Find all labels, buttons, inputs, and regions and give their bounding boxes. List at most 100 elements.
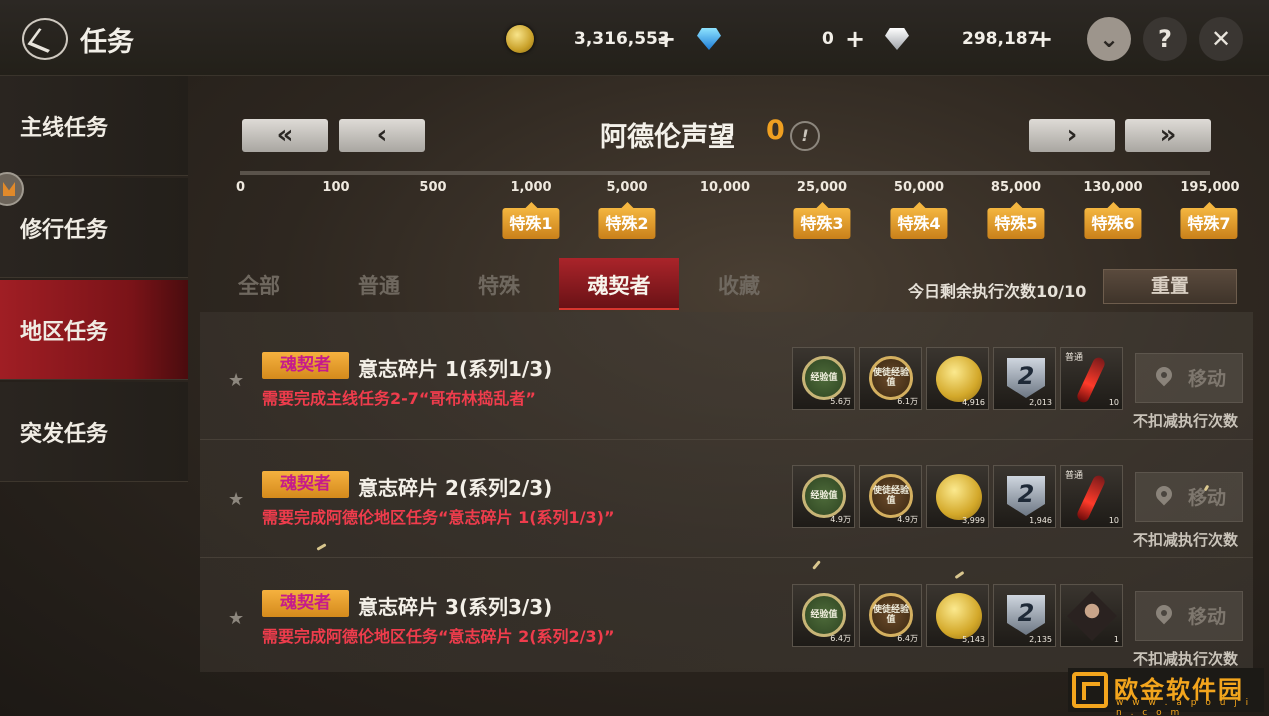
rank-badge-icon: 2 xyxy=(1007,595,1045,635)
white-diamond-icon xyxy=(885,28,909,50)
favorite-star-icon[interactable]: ★ xyxy=(228,370,244,391)
favorite-star-icon[interactable]: ★ xyxy=(228,608,244,629)
quest-row[interactable]: ★ 魂契者 意志碎片 2(系列2/3) 需要完成阿德伦地区任务“意志碎片 1(系… xyxy=(200,440,1253,558)
dropdown-chevron-button[interactable]: ⌄ xyxy=(1087,17,1131,61)
help-button[interactable]: ? xyxy=(1143,17,1187,61)
reset-button[interactable]: 重置 xyxy=(1103,269,1237,304)
next-page-button[interactable]: › xyxy=(1029,119,1115,152)
exp-medal-icon: 经验值 xyxy=(802,474,846,518)
location-pin-icon xyxy=(1152,363,1176,387)
reward-gold[interactable]: 3,999 xyxy=(926,465,989,528)
special-reward-tag[interactable]: 特殊4 xyxy=(890,202,948,239)
tick-label: 50,000 xyxy=(893,180,945,195)
reward-pet-exp[interactable]: 使徒经验值 6.1万 xyxy=(859,347,922,410)
reward-rank-point[interactable]: 2 2,135 xyxy=(993,584,1056,647)
reward-count: 4,916 xyxy=(962,398,985,407)
tab-normal[interactable]: 普通 xyxy=(319,258,439,310)
move-button[interactable]: 移动 xyxy=(1135,353,1243,403)
info-icon[interactable]: ! xyxy=(790,121,820,151)
gold-coin-icon xyxy=(506,25,534,53)
reward-exp[interactable]: 经验值 6.4万 xyxy=(792,584,855,647)
back-arrow-icon[interactable] xyxy=(22,18,68,60)
quest-type-badge: 魂契者 xyxy=(262,352,349,379)
reward-gold[interactable]: 4,916 xyxy=(926,347,989,410)
reward-count: 1,946 xyxy=(1029,516,1052,525)
tick-label: 25,000 xyxy=(796,180,848,195)
reward-character[interactable]: 1 xyxy=(1060,584,1123,647)
quest-row[interactable]: ★ 魂契者 意志碎片 3(系列3/3) 需要完成阿德伦地区任务“意志碎片 2(系… xyxy=(200,559,1253,677)
blue-diamond-amount: 0 xyxy=(822,29,834,49)
sidebar-item-region-quest[interactable]: 地区任务 xyxy=(0,280,188,380)
add-gold-button[interactable]: + xyxy=(656,27,676,51)
tick-label: 85,000 xyxy=(990,180,1042,195)
quest-row[interactable]: ★ 魂契者 意志碎片 1(系列1/3) 需要完成主线任务2-7“哥布林捣乱者” … xyxy=(200,322,1253,440)
special-reward-tag[interactable]: 特殊3 xyxy=(793,202,851,239)
white-diamond-amount: 298,187 xyxy=(962,29,1040,49)
sidebar-item-main-quest[interactable]: 主线任务 xyxy=(0,76,188,176)
reward-potion[interactable]: 普通 10 xyxy=(1060,465,1123,528)
gold-coin-icon xyxy=(936,474,982,520)
reward-count: 6.1万 xyxy=(897,397,918,406)
tick-label: 100 xyxy=(322,180,350,195)
pet-exp-medal-icon: 使徒经验值 xyxy=(869,593,913,637)
tick-label: 10,000 xyxy=(699,180,751,195)
reward-rank-point[interactable]: 2 1,946 xyxy=(993,465,1056,528)
reward-count: 10 xyxy=(1108,516,1119,525)
quest-requirement: 需要完成阿德伦地区任务“意志碎片 2(系列2/3)” xyxy=(262,627,615,646)
tab-special[interactable]: 特殊 xyxy=(439,258,559,310)
reward-rank-point[interactable]: 2 2,013 xyxy=(993,347,1056,410)
sidebar-item-training-quest[interactable]: 修行任务 xyxy=(0,178,188,278)
sidebar-item-sudden-quest[interactable]: 突发任务 xyxy=(0,382,188,482)
blue-diamond-icon xyxy=(697,28,721,50)
gold-coin-icon xyxy=(936,356,982,402)
add-white-diamond-button[interactable]: + xyxy=(1033,27,1053,51)
move-label: 移动 xyxy=(1188,606,1227,628)
move-button[interactable]: 移动 xyxy=(1135,472,1243,522)
reward-count: 4.9万 xyxy=(830,515,851,524)
favorite-star-icon[interactable]: ★ xyxy=(228,489,244,510)
pet-exp-medal-icon: 使徒经验值 xyxy=(869,356,913,400)
tab-favorites[interactable]: 收藏 xyxy=(679,258,799,310)
first-page-button[interactable]: « xyxy=(242,119,328,152)
reward-potion[interactable]: 普通 10 xyxy=(1060,347,1123,410)
reward-count: 10 xyxy=(1108,398,1119,407)
quest-name: 意志碎片 1(系列1/3) xyxy=(358,357,553,381)
special-reward-tag[interactable]: 特殊7 xyxy=(1180,202,1238,239)
reward-count: 6.4万 xyxy=(830,634,851,643)
move-button[interactable]: 移动 xyxy=(1135,591,1243,641)
tab-all[interactable]: 全部 xyxy=(199,258,319,310)
prev-page-button[interactable]: ‹ xyxy=(339,119,425,152)
special-reward-tag[interactable]: 特殊6 xyxy=(1084,202,1142,239)
special-reward-tag[interactable]: 特殊2 xyxy=(598,202,656,239)
last-page-button[interactable]: » xyxy=(1125,119,1211,152)
tick-label: 500 xyxy=(419,180,447,195)
location-pin-icon xyxy=(1152,601,1176,625)
reward-exp[interactable]: 经验值 5.6万 xyxy=(792,347,855,410)
reward-exp[interactable]: 经验值 4.9万 xyxy=(792,465,855,528)
watermark-logo-icon xyxy=(1072,672,1108,708)
reward-gold[interactable]: 5,143 xyxy=(926,584,989,647)
quest-requirement: 需要完成阿德伦地区任务“意志碎片 1(系列1/3)” xyxy=(262,508,615,527)
tick-label: 130,000 xyxy=(1083,180,1143,195)
reward-count: 4.9万 xyxy=(897,515,918,524)
quest-name: 意志碎片 2(系列2/3) xyxy=(358,476,553,500)
move-label: 移动 xyxy=(1188,368,1227,390)
no-deduct-note: 不扣减执行次数 xyxy=(1133,650,1239,668)
add-blue-diamond-button[interactable]: + xyxy=(845,27,865,51)
no-deduct-note: 不扣减执行次数 xyxy=(1133,531,1239,549)
reputation-progress-track xyxy=(240,171,1210,175)
special-reward-tag[interactable]: 特殊1 xyxy=(502,202,560,239)
exp-medal-icon: 经验值 xyxy=(802,356,846,400)
reward-pet-exp[interactable]: 使徒经验值 4.9万 xyxy=(859,465,922,528)
special-reward-tag[interactable]: 特殊5 xyxy=(987,202,1045,239)
reward-count: 5,143 xyxy=(962,635,985,644)
watermark-url: w w w . a p o u j i n . c o m xyxy=(1116,698,1252,716)
close-button[interactable]: ✕ xyxy=(1199,17,1243,61)
character-portrait-icon xyxy=(1067,591,1117,641)
item-grade-label: 普通 xyxy=(1065,353,1084,363)
reward-pet-exp[interactable]: 使徒经验值 6.4万 xyxy=(859,584,922,647)
tab-soul-contractor[interactable]: 魂契者 xyxy=(559,258,679,310)
rank-badge-icon: 2 xyxy=(1007,358,1045,398)
reward-count: 3,999 xyxy=(962,516,985,525)
quest-type-badge: 魂契者 xyxy=(262,590,349,617)
